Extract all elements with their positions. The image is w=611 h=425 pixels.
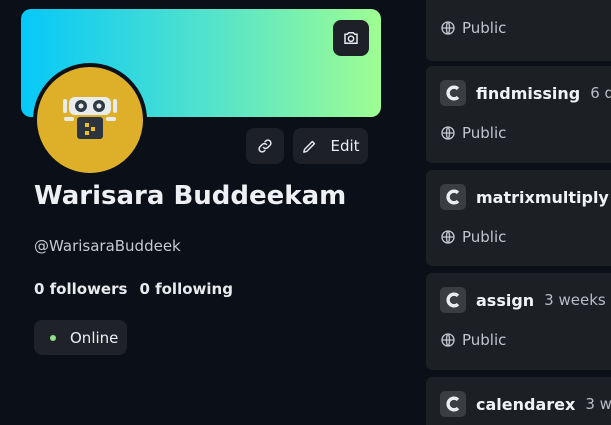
globe-icon (441, 333, 455, 347)
status-label: Online (70, 328, 119, 347)
followers-link[interactable]: 0 followers (34, 280, 127, 298)
repo-card[interactable]: Public (426, 0, 611, 61)
visibility-label: Public (462, 228, 507, 246)
repo-title-row: calendarex 3 we (440, 391, 611, 417)
repo-title[interactable]: calendarex (476, 395, 575, 414)
visibility-label: Public (462, 331, 507, 349)
repo-card[interactable]: assign 3 weeks a Public (426, 273, 611, 370)
edit-label: Edit (330, 137, 360, 155)
change-banner-button[interactable] (333, 20, 369, 56)
camera-icon (344, 32, 358, 44)
repo-card[interactable]: calendarex 3 we (426, 377, 611, 425)
profile-name: Warisara Buddeekam (34, 181, 347, 211)
c-language-icon (440, 184, 466, 210)
visibility-label: Public (462, 19, 507, 37)
repo-list: Public findmissing 6 da Public matrixmul… (426, 0, 611, 425)
visibility: Public (440, 19, 506, 37)
repo-card[interactable]: findmissing 6 da Public (426, 66, 611, 163)
repo-time: 3 we (585, 395, 611, 413)
pencil-icon (303, 140, 316, 153)
c-language-icon (440, 391, 466, 417)
online-dot-icon (50, 334, 56, 341)
repo-time: 6 da (590, 84, 611, 102)
repo-card[interactable]: matrixmultiply Public (426, 170, 611, 266)
visibility-label: Public (462, 124, 507, 142)
repo-title-row: findmissing 6 da (440, 80, 611, 106)
visibility: Public (440, 331, 506, 349)
globe-icon (441, 230, 455, 244)
repo-title-row: assign 3 weeks a (440, 287, 611, 313)
link-icon (258, 139, 272, 153)
globe-icon (441, 126, 455, 140)
following-link[interactable]: 0 following (139, 280, 233, 298)
repo-time: 3 weeks a (544, 291, 611, 309)
visibility: Public (440, 124, 506, 142)
visibility: Public (440, 228, 506, 246)
robot-avatar-icon (63, 97, 117, 139)
repo-title[interactable]: findmissing (476, 84, 580, 103)
avatar (33, 63, 147, 177)
status-badge[interactable]: Online (34, 320, 127, 355)
profile-handle: @WarisaraBuddeek (34, 237, 181, 255)
edit-profile-button[interactable]: Edit (293, 128, 368, 164)
copy-link-button[interactable] (246, 128, 284, 164)
globe-icon (441, 21, 455, 35)
follow-stats: 0 followers 0 following (34, 280, 233, 298)
c-language-icon (440, 80, 466, 106)
c-language-icon (440, 287, 466, 313)
repo-title-row: matrixmultiply (440, 184, 611, 210)
repo-title[interactable]: assign (476, 291, 534, 310)
repo-title[interactable]: matrixmultiply (476, 188, 609, 207)
